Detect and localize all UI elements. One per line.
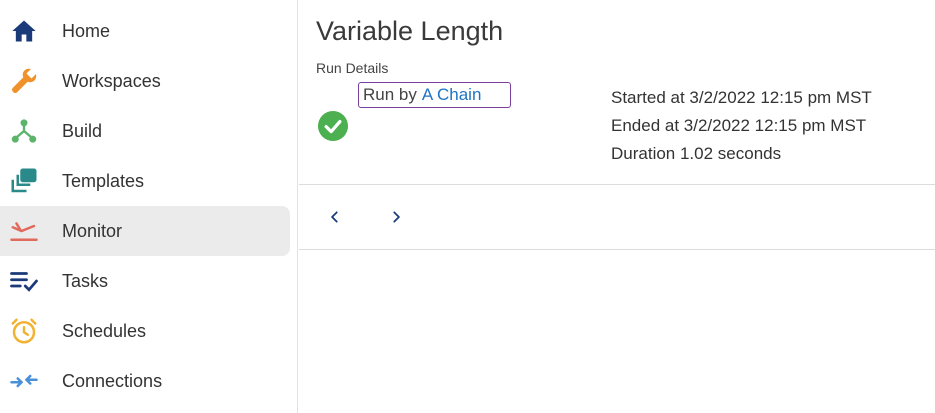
chevron-right-icon [393, 211, 400, 223]
run-details-panel: Variable Length Run Details Run by A Cha… [299, 0, 935, 413]
duration: Duration 1.02 seconds [611, 144, 782, 163]
run-by-prefix: Run by [363, 85, 417, 104]
divider [299, 249, 935, 250]
templates-icon [8, 165, 40, 197]
started-at: Started at 3/2/2022 12:15 pm MST [611, 88, 872, 107]
sidebar-item-label: Connections [62, 370, 163, 391]
page-title: Variable Length [316, 16, 504, 46]
sidebar-item-templates[interactable]: Templates [0, 156, 290, 206]
sidebar-item-connections[interactable]: Connections [0, 356, 290, 406]
build-icon [8, 115, 40, 147]
section-subtitle: Run Details [316, 60, 389, 76]
sidebar-item-schedules[interactable]: Schedules [0, 306, 290, 356]
sidebar-item-label: Monitor [62, 220, 123, 241]
sidebar-item-monitor[interactable]: Monitor [0, 206, 290, 256]
sidebar-item-build[interactable]: Build [0, 106, 290, 156]
sidebar-item-label: Build [62, 120, 103, 141]
divider [299, 184, 935, 185]
sidebar-item-label: Tasks [62, 270, 109, 291]
sidebar-item-label: Schedules [62, 320, 147, 341]
sidebar-item-workspaces[interactable]: Workspaces [0, 56, 290, 106]
sidebar-item-label: Templates [62, 170, 145, 191]
ended-at: Ended at 3/2/2022 12:15 pm MST [611, 116, 867, 135]
tasks-icon [8, 265, 40, 297]
sidebar: Home Workspaces Build Templates Monitor … [0, 0, 298, 413]
alarm-clock-icon [8, 315, 40, 347]
prev-button[interactable] [323, 205, 347, 229]
wrench-icon [8, 65, 40, 97]
monitor-icon [8, 215, 40, 247]
home-icon [8, 15, 40, 47]
success-check-icon [318, 111, 348, 141]
next-button[interactable] [384, 205, 408, 229]
chevron-left-icon [331, 211, 338, 223]
run-by-link[interactable]: A Chain [422, 85, 482, 105]
run-by: Run by A Chain [358, 82, 511, 108]
connections-icon [8, 365, 40, 397]
sidebar-item-label: Workspaces [62, 70, 161, 91]
sidebar-item-label: Home [62, 20, 111, 41]
sidebar-item-tasks[interactable]: Tasks [0, 256, 290, 306]
sidebar-item-home[interactable]: Home [0, 6, 290, 56]
